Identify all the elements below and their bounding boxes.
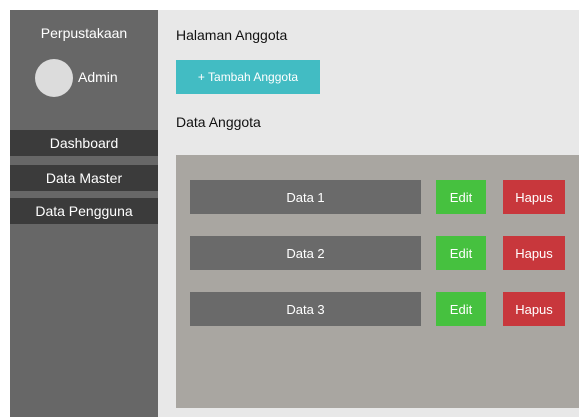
- sidebar-item-label: Data Pengguna: [35, 203, 133, 219]
- sidebar-item-label: Data Master: [45, 170, 123, 186]
- list-item: Data 2 Edit Hapus: [176, 236, 579, 270]
- row-label: Data 1: [190, 180, 421, 214]
- app-frame: Perpustakaan Admin Dashboard Data Master…: [10, 10, 579, 417]
- list-item: Data 1 Edit Hapus: [176, 180, 579, 214]
- sidebar-item-data-master[interactable]: Data Master: [10, 165, 158, 191]
- sidebar-item-label: Dashboard: [49, 135, 119, 151]
- section-title: Data Anggota: [176, 114, 261, 130]
- edit-button[interactable]: Edit: [436, 292, 486, 326]
- sidebar: Perpustakaan Admin Dashboard Data Master…: [10, 10, 158, 417]
- edit-button[interactable]: Edit: [436, 180, 486, 214]
- add-member-button[interactable]: + Tambah Anggota: [176, 60, 320, 94]
- page-title: Halaman Anggota: [176, 27, 288, 43]
- delete-button[interactable]: Hapus: [503, 180, 565, 214]
- row-label: Data 2: [190, 236, 421, 270]
- row-label: Data 3: [190, 292, 421, 326]
- delete-button[interactable]: Hapus: [503, 236, 565, 270]
- edit-button[interactable]: Edit: [436, 236, 486, 270]
- app-brand: Perpustakaan: [40, 25, 128, 41]
- avatar: [35, 59, 73, 97]
- list-item: Data 3 Edit Hapus: [176, 292, 579, 326]
- sidebar-item-data-pengguna[interactable]: Data Pengguna: [10, 198, 158, 224]
- member-list: Data 1 Edit Hapus Data 2 Edit Hapus Data…: [176, 155, 579, 408]
- delete-button[interactable]: Hapus: [503, 292, 565, 326]
- sidebar-item-dashboard[interactable]: Dashboard: [10, 130, 158, 156]
- user-name: Admin: [78, 69, 118, 85]
